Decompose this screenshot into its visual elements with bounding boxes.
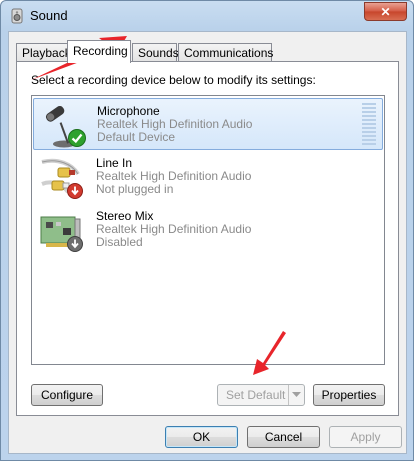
ok-button[interactable]: OK bbox=[165, 426, 238, 448]
tab-sounds[interactable]: Sounds bbox=[132, 43, 179, 62]
device-status: Default Device bbox=[97, 130, 176, 144]
properties-button[interactable]: Properties bbox=[313, 384, 385, 406]
device-row-line-in[interactable]: Line In Realtek High Definition Audio No… bbox=[33, 151, 383, 203]
check-badge-icon bbox=[68, 129, 86, 147]
recording-tab-panel: Select a recording device below to modif… bbox=[16, 61, 399, 416]
apply-button[interactable]: Apply bbox=[329, 426, 402, 448]
device-text: Stereo Mix Realtek High Definition Audio… bbox=[96, 210, 251, 249]
device-text: Microphone Realtek High Definition Audio… bbox=[97, 105, 252, 144]
recording-device-list[interactable]: Microphone Realtek High Definition Audio… bbox=[31, 95, 385, 365]
red-down-arrow-badge-icon bbox=[67, 183, 83, 199]
chevron-down-icon bbox=[292, 392, 301, 397]
sound-dialog-window: Sound ✕ Playback Recording Sounds Commun… bbox=[0, 0, 414, 461]
set-default-dropdown[interactable] bbox=[288, 385, 304, 405]
device-status: Not plugged in bbox=[96, 182, 174, 196]
tab-recording[interactable]: Recording bbox=[67, 40, 131, 63]
window-title: Sound bbox=[30, 8, 68, 23]
device-row-microphone[interactable]: Microphone Realtek High Definition Audio… bbox=[33, 98, 383, 150]
close-button[interactable]: ✕ bbox=[364, 2, 407, 21]
speaker-app-icon bbox=[11, 8, 23, 24]
gray-down-arrow-badge-icon bbox=[67, 236, 83, 252]
tab-communications[interactable]: Communications bbox=[178, 43, 274, 62]
set-default-button[interactable]: Set Default bbox=[217, 384, 305, 406]
device-row-stereo-mix[interactable]: Stereo Mix Realtek High Definition Audio… bbox=[33, 204, 383, 256]
tab-label: Recording bbox=[73, 44, 128, 58]
close-icon: ✕ bbox=[380, 4, 391, 19]
level-meter bbox=[362, 103, 376, 147]
set-default-label: Set Default bbox=[226, 388, 286, 402]
annotation-arrow-icon bbox=[253, 331, 286, 375]
dialog-client-area: Playback Recording Sounds Communications… bbox=[8, 31, 407, 454]
device-status: Disabled bbox=[96, 235, 143, 249]
cancel-button[interactable]: Cancel bbox=[247, 426, 320, 448]
tab-label: Sounds bbox=[138, 46, 179, 60]
title-bar[interactable]: Sound ✕ bbox=[1, 1, 413, 31]
device-text: Line In Realtek High Definition Audio No… bbox=[96, 157, 251, 196]
tab-label: Communications bbox=[184, 46, 274, 60]
configure-button[interactable]: Configure bbox=[31, 384, 103, 406]
